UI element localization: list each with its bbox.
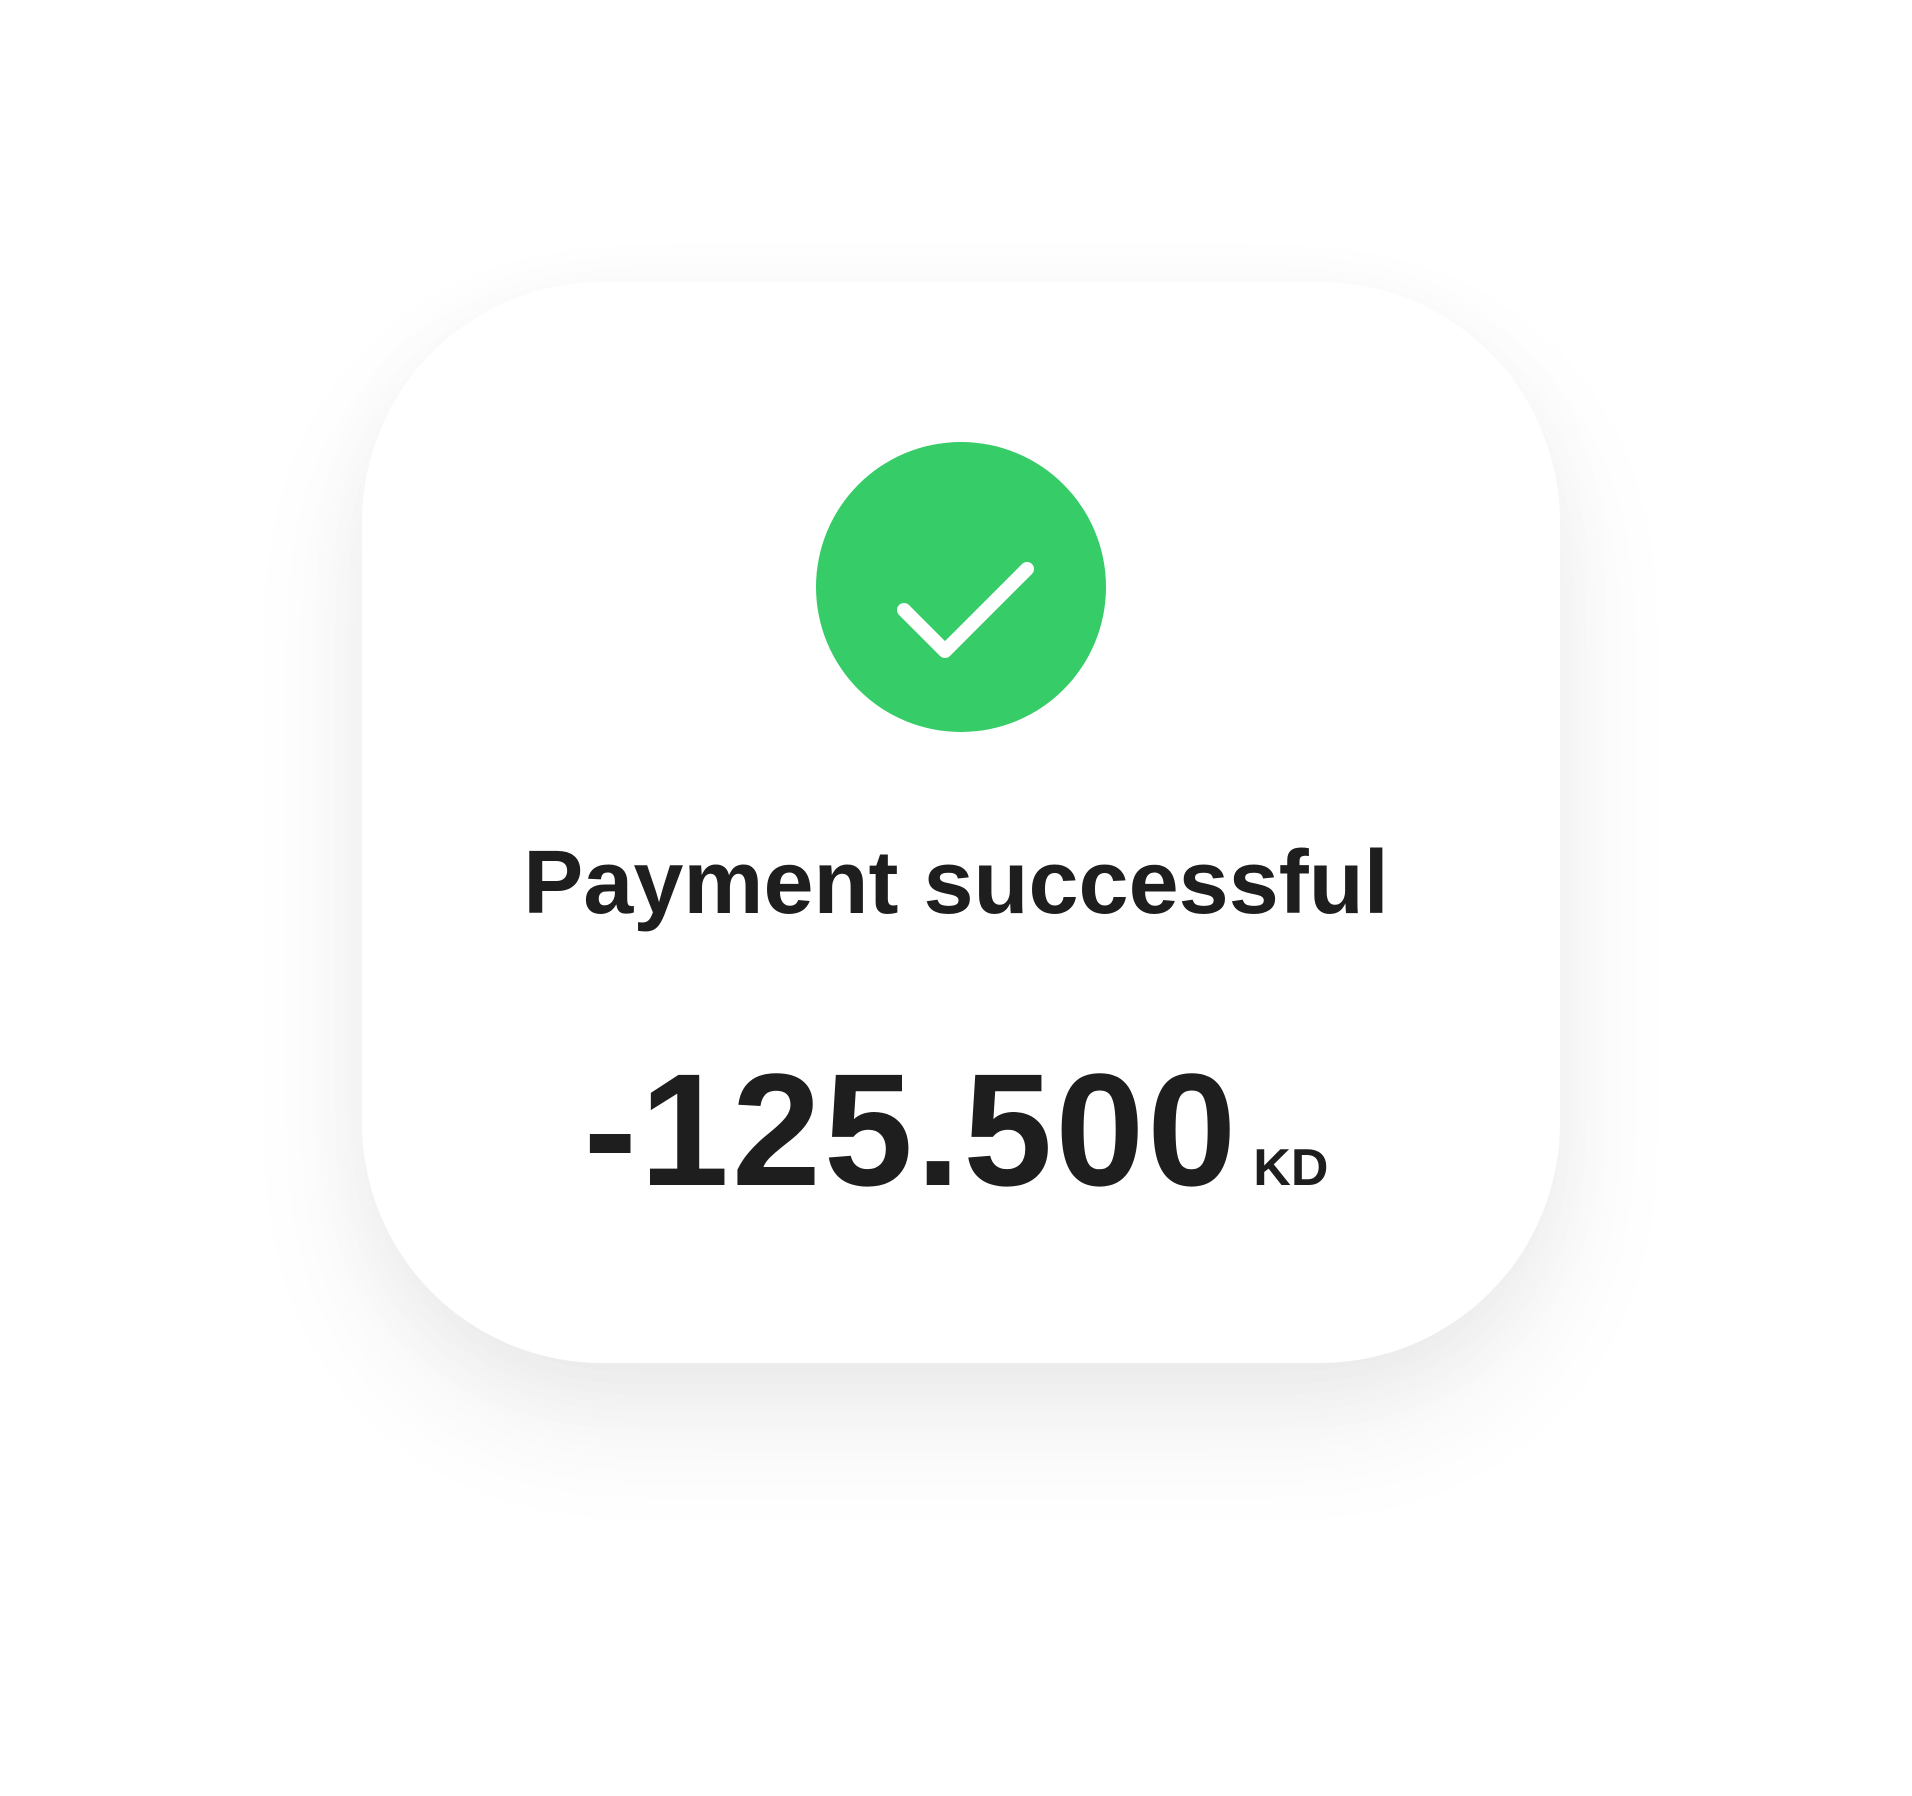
status-title: Payment successful	[523, 833, 1389, 933]
amount-value: -125.500	[583, 1040, 1240, 1219]
check-circle-icon	[816, 442, 1106, 732]
currency-label: KD	[1253, 1139, 1329, 1197]
amount: -125.500 KD	[0, 1040, 1912, 1271]
